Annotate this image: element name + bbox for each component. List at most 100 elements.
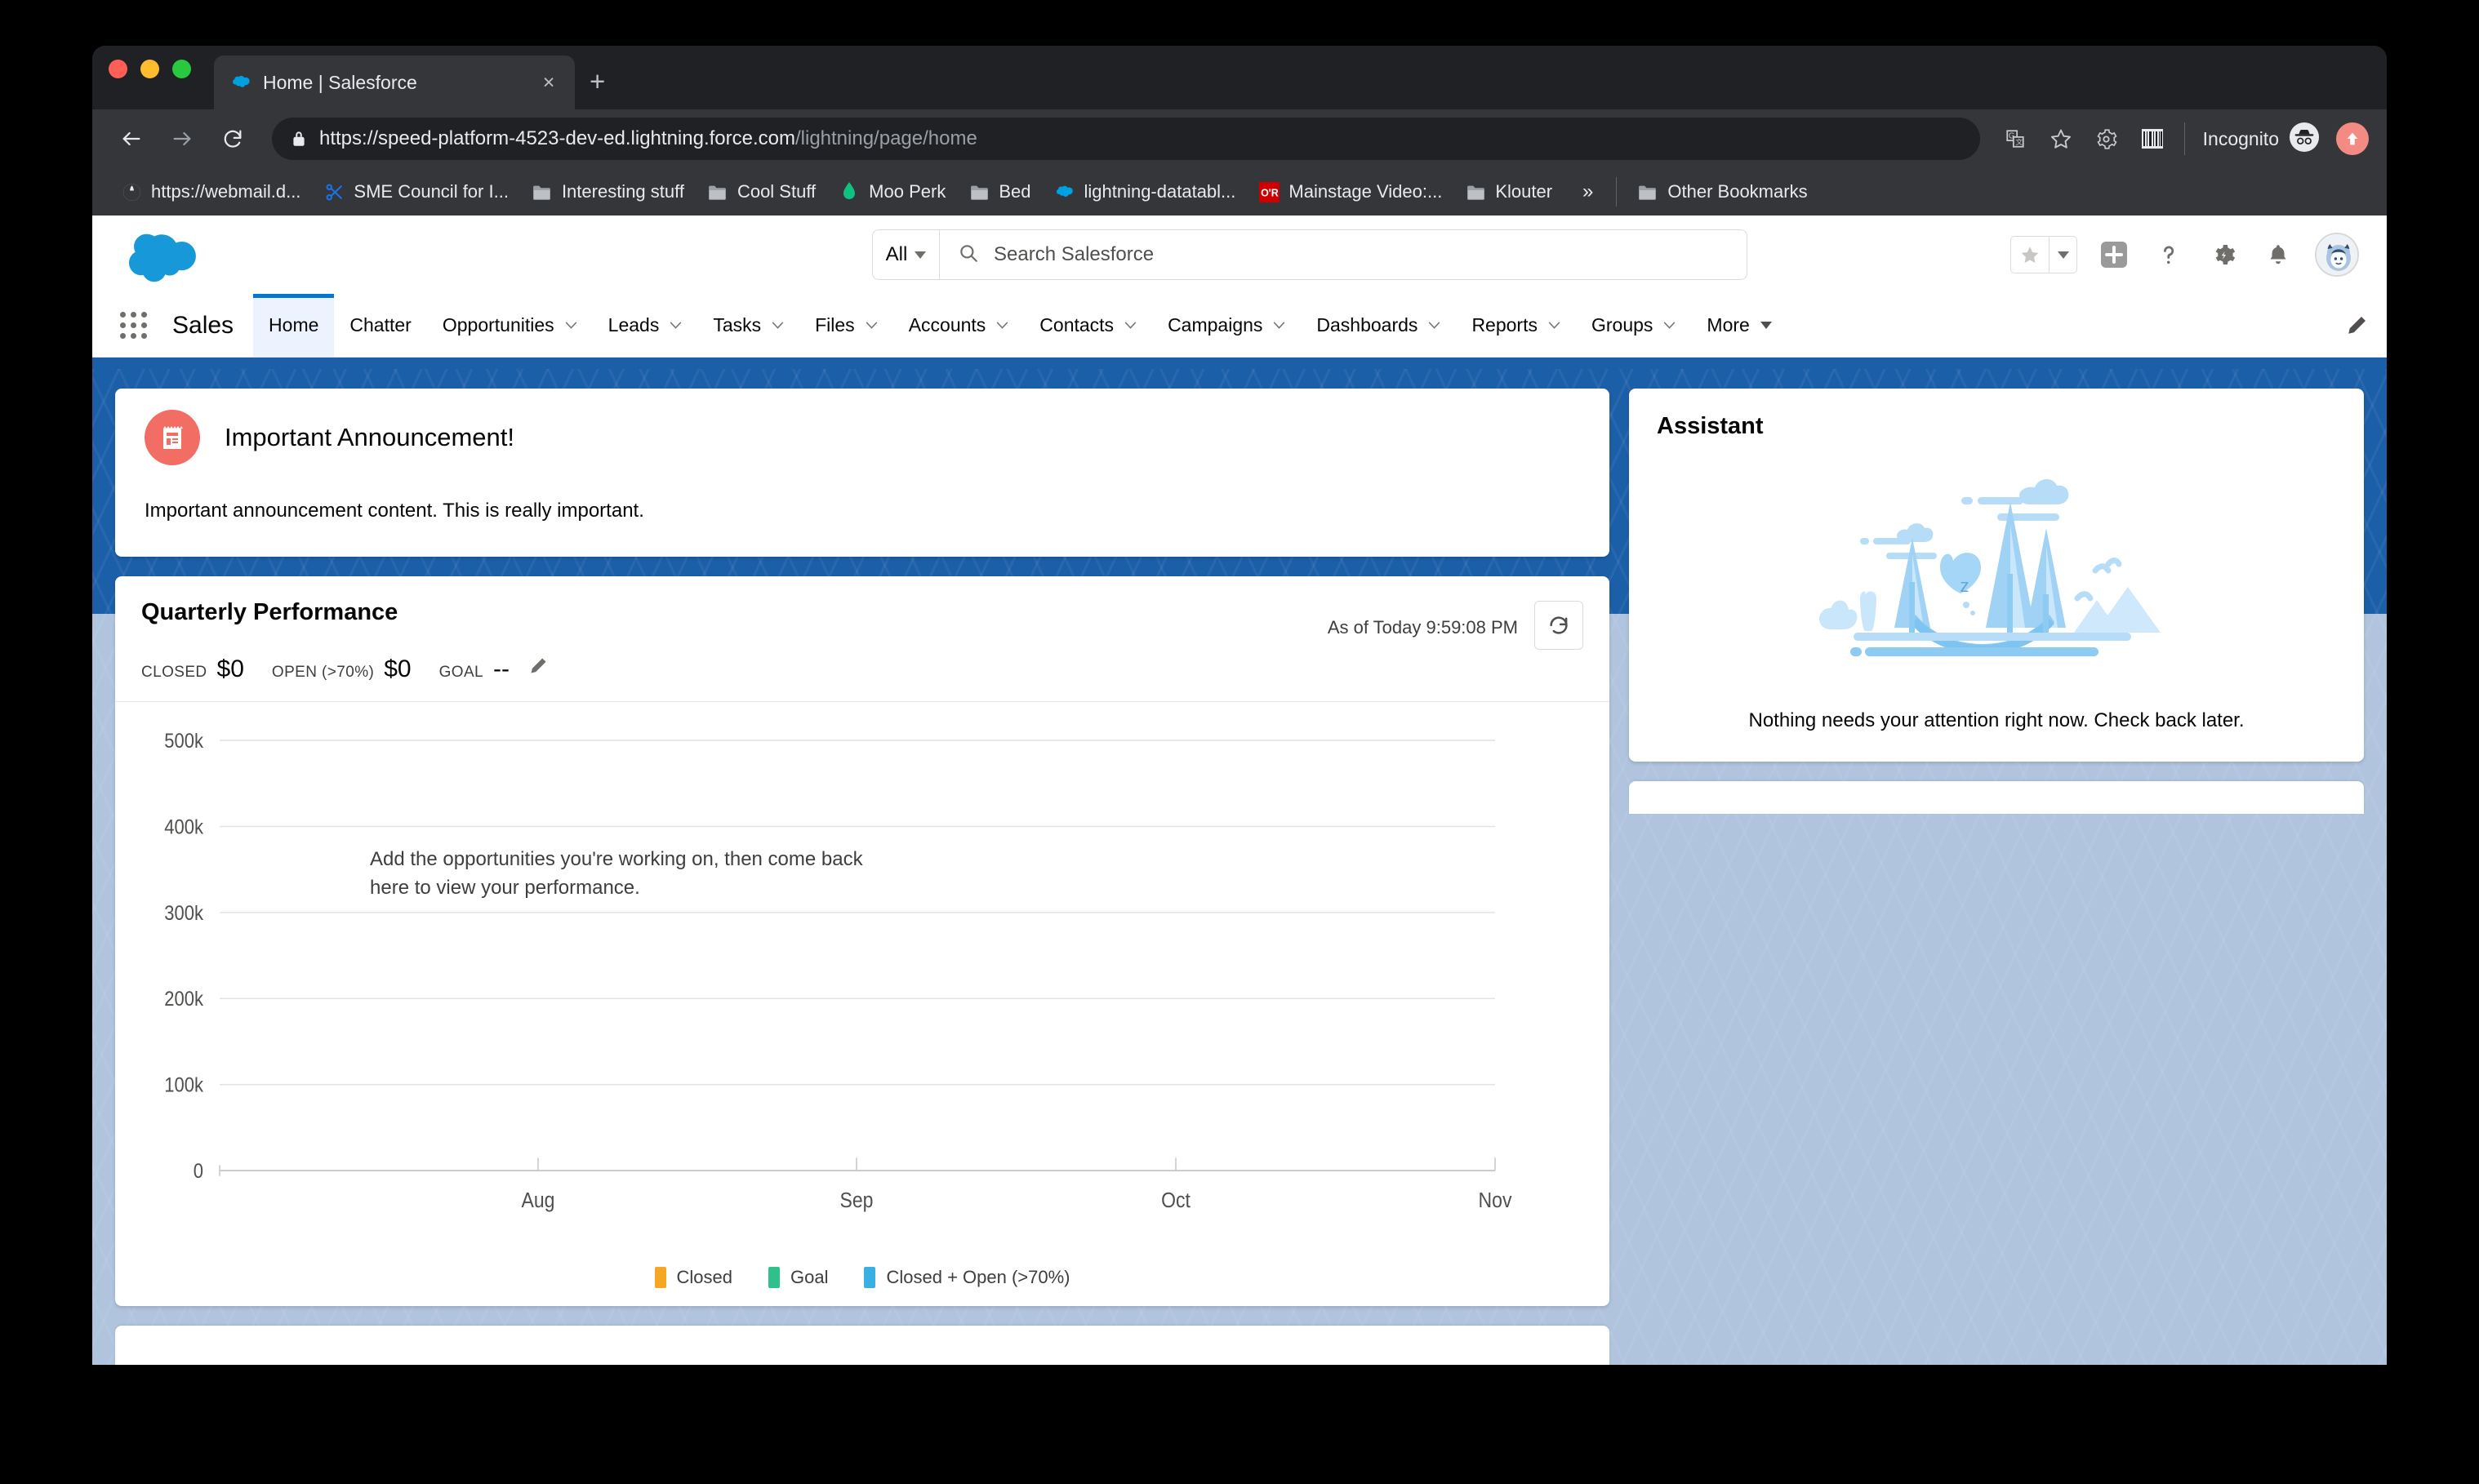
bookmark-label: Interesting stuff [561, 181, 684, 202]
announcement-card: Important Announcement! Important announ… [115, 389, 1609, 557]
forward-button[interactable] [161, 118, 203, 160]
bookmark-label: Mainstage Video:... [1288, 181, 1443, 202]
favorites-star-button[interactable] [2011, 237, 2049, 273]
address-bar[interactable]: https://speed-platform-4523-dev-ed.light… [272, 118, 1980, 160]
back-button[interactable] [110, 118, 153, 160]
quarterly-performance-header: Quarterly Performance As of Today 9:59:0… [115, 576, 1609, 701]
camping-hammock-illustration: z [1657, 451, 2336, 696]
stat-label-goal: GOAL [438, 664, 484, 681]
global-actions-button[interactable] [2096, 237, 2132, 273]
profile-avatar[interactable] [2336, 122, 2369, 155]
nav-item-accounts[interactable]: Accounts [893, 294, 1025, 357]
main-column: Important Announcement! Important announ… [115, 389, 1609, 1365]
legend-label: Closed [676, 1267, 732, 1287]
url-path: /lightning/page/home [794, 127, 977, 149]
browser-tab-strip: Home | Salesforce × + [92, 46, 2387, 109]
search-scope-selector[interactable]: All [873, 230, 940, 279]
setup-gear-icon[interactable] [2205, 237, 2241, 273]
app-launcher-icon [119, 312, 147, 339]
favorites-control [2010, 236, 2077, 273]
nav-item-campaigns[interactable]: Campaigns [1152, 294, 1301, 357]
nav-item-reports[interactable]: Reports [1456, 294, 1576, 357]
other-bookmarks-button[interactable]: Other Bookmarks [1627, 176, 1817, 208]
assistant-message: Nothing needs your attention right now. … [1748, 709, 2245, 731]
legend-label: Closed + Open (>70%) [886, 1267, 1070, 1287]
bookmark-item[interactable]: lightning-datatabl... [1043, 176, 1246, 208]
search-icon [958, 242, 979, 268]
svg-text:O'R: O'R [1261, 187, 1279, 198]
bookmark-item[interactable]: Cool Stuff [697, 176, 826, 208]
app-navigation-bar: Sales Home Chatter Opportunities Leads T… [92, 294, 2387, 358]
window-maximize-button[interactable] [172, 59, 191, 78]
favorites-list-button[interactable] [2049, 237, 2076, 273]
nav-item-label: Opportunities [442, 314, 554, 335]
legend-swatch [864, 1267, 876, 1288]
nav-item-groups[interactable]: Groups [1576, 294, 1691, 357]
bookmark-label: https://webmail.d... [151, 181, 301, 202]
notifications-bell-icon[interactable] [2260, 237, 2296, 273]
salesforce-cloud-logo[interactable] [120, 226, 202, 283]
nav-item-chatter[interactable]: Chatter [334, 294, 426, 357]
bookmark-item[interactable]: Moo Perk [828, 176, 956, 208]
scissors-icon [323, 181, 345, 202]
announcement-body: Important announcement content. This is … [145, 500, 644, 522]
reload-button[interactable] [211, 118, 254, 160]
translate-icon[interactable]: G文 [1996, 120, 2034, 158]
global-search-box[interactable]: All Search Salesforce [872, 229, 1747, 280]
nav-item-dashboards[interactable]: Dashboards [1301, 294, 1456, 357]
incognito-indicator[interactable]: Incognito [2183, 122, 2320, 155]
nav-item-label: Files [815, 314, 855, 335]
nav-item-tasks[interactable]: Tasks [697, 294, 799, 357]
app-launcher-button[interactable] [107, 294, 159, 357]
folder-icon [968, 181, 990, 202]
bookmark-label: Cool Stuff [737, 181, 817, 202]
legend-item-goal[interactable]: Goal [768, 1267, 828, 1288]
other-bookmarks-label: Other Bookmarks [1667, 181, 1808, 202]
svg-text:100k: 100k [164, 1073, 203, 1095]
bookmark-label: Klouter [1495, 181, 1553, 202]
nav-item-opportunities[interactable]: Opportunities [427, 294, 593, 357]
bookmark-item[interactable]: Bed [958, 176, 1041, 208]
oreilly-icon: O'R [1258, 181, 1280, 202]
nav-item-leads[interactable]: Leads [593, 294, 698, 357]
nav-item-more[interactable]: More [1691, 294, 1787, 357]
legend-item-closed-open[interactable]: Closed + Open (>70%) [864, 1267, 1070, 1288]
browser-tab[interactable]: Home | Salesforce × [214, 56, 575, 109]
extension-gear-icon[interactable] [2088, 120, 2125, 158]
next-card-peek [115, 1326, 1609, 1365]
bookmark-item[interactable]: https://webmail.d... [110, 176, 311, 208]
chevron-down-icon [1429, 322, 1440, 329]
barcode-icon[interactable] [2134, 120, 2171, 158]
bookmark-star-icon[interactable] [2042, 120, 2080, 158]
folder-icon [532, 181, 553, 202]
close-icon[interactable]: × [537, 72, 560, 93]
bookmark-item[interactable]: SME Council for I... [313, 176, 519, 208]
nav-item-contacts[interactable]: Contacts [1024, 294, 1152, 357]
chevron-down-icon [670, 322, 682, 329]
bookmarks-divider [1616, 177, 1618, 207]
bookmarks-overflow-button[interactable]: » [1569, 176, 1606, 208]
search-input[interactable]: Search Salesforce [940, 242, 1747, 268]
browser-window: Home | Salesforce × + https://speed-plat… [92, 46, 2387, 1365]
pencil-icon[interactable] [527, 655, 549, 677]
svg-text:Aug: Aug [522, 1189, 555, 1212]
nav-item-files[interactable]: Files [799, 294, 893, 357]
window-minimize-button[interactable] [140, 59, 159, 78]
edit-navigation-button[interactable] [2344, 294, 2387, 357]
refresh-icon[interactable] [1534, 601, 1583, 650]
bookmark-item[interactable]: Klouter [1454, 176, 1563, 208]
avatar[interactable] [2315, 233, 2359, 277]
stat-label-closed: CLOSED [141, 664, 207, 681]
new-tab-button[interactable]: + [590, 68, 605, 95]
announcement-header: Important Announcement! [145, 410, 1580, 465]
chevron-down-icon [1548, 322, 1560, 329]
window-close-button[interactable] [109, 59, 127, 78]
legend-item-closed[interactable]: Closed [654, 1267, 732, 1288]
bookmark-item[interactable]: O'R Mainstage Video:... [1248, 176, 1453, 208]
help-button[interactable] [2151, 237, 2187, 273]
nav-item-home[interactable]: Home [253, 294, 335, 357]
url-origin: https://speed-platform-4523-dev-ed.light… [319, 127, 795, 149]
bookmark-item[interactable]: Interesting stuff [521, 176, 695, 208]
sidebar-next-card-peek [1629, 781, 2364, 814]
chevron-down-icon [772, 322, 784, 329]
